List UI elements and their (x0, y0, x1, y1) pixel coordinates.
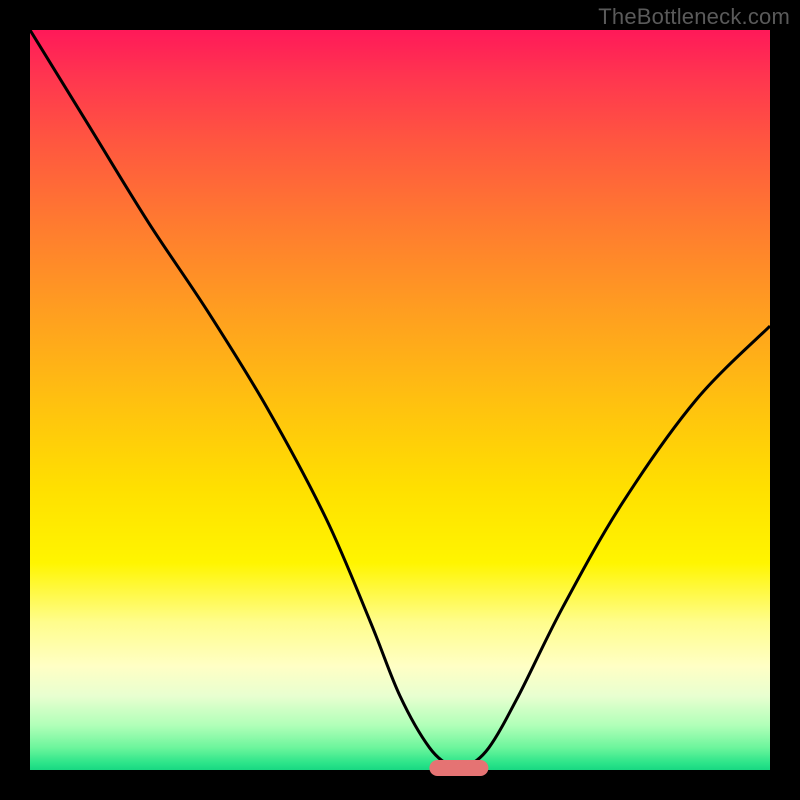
plot-area (30, 30, 770, 770)
chart-frame: TheBottleneck.com (0, 0, 800, 800)
curve-line (30, 30, 770, 769)
watermark-text: TheBottleneck.com (598, 4, 790, 30)
optimal-range-marker (430, 760, 489, 776)
bottleneck-curve (30, 30, 770, 770)
